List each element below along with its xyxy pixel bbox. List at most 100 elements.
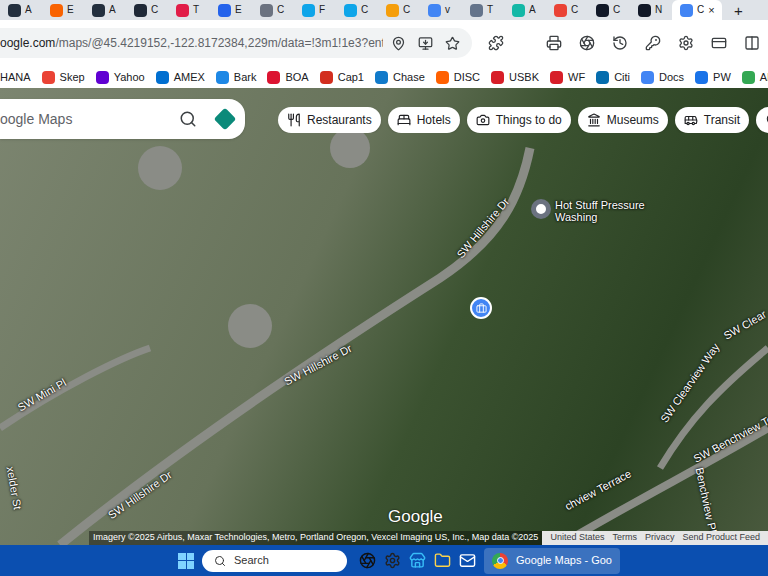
store-icon[interactable] bbox=[409, 552, 426, 569]
settings-icon[interactable] bbox=[384, 552, 401, 569]
browser-tab[interactable]: E bbox=[42, 0, 84, 20]
extension-gear-icon[interactable] bbox=[678, 35, 694, 51]
browser-tab[interactable]: T bbox=[462, 0, 504, 20]
tab-favicon-icon bbox=[386, 4, 399, 17]
taskbar: Search Google Maps - Goo bbox=[0, 545, 768, 576]
tab-favicon-icon bbox=[176, 4, 189, 17]
bookmark[interactable]: DISC bbox=[436, 71, 480, 84]
screen: AEACTECFCCvTACCNC×+oogle.com/maps/@45.42… bbox=[0, 0, 768, 576]
bookmark-favicon-icon bbox=[596, 71, 609, 84]
bookmark[interactable]: Chase bbox=[375, 71, 425, 84]
card-icon[interactable] bbox=[711, 35, 727, 51]
bookmark-favicon-icon bbox=[96, 71, 109, 84]
incognito-icon[interactable] bbox=[579, 35, 595, 51]
mail-icon[interactable] bbox=[459, 552, 476, 569]
chip-icon bbox=[476, 113, 490, 127]
bookmark[interactable]: Align bbox=[742, 71, 768, 84]
browser-tab[interactable]: C bbox=[126, 0, 168, 20]
browser-tab[interactable]: A bbox=[504, 0, 546, 20]
app-icon[interactable] bbox=[359, 552, 376, 569]
tab-strip: AEACTECFCCvTACCNC×+ bbox=[0, 0, 768, 20]
taskbar-app[interactable]: Google Maps - Goo bbox=[484, 548, 620, 574]
footer-link[interactable]: United States bbox=[550, 531, 604, 545]
bookmark-favicon-icon bbox=[375, 71, 388, 84]
address-bar[interactable]: oogle.com/maps/@45.4219152,-122.8172384,… bbox=[0, 28, 472, 58]
business-pin[interactable] bbox=[470, 297, 492, 319]
tab-favicon-icon bbox=[302, 4, 315, 17]
bookmark[interactable]: AMEX bbox=[156, 71, 205, 84]
tab-favicon-icon bbox=[218, 4, 231, 17]
history-icon[interactable] bbox=[612, 35, 628, 51]
tab-favicon-icon bbox=[50, 4, 63, 17]
chip-icon bbox=[397, 113, 411, 127]
tab-favicon-icon bbox=[596, 4, 609, 17]
close-tab-button[interactable]: × bbox=[708, 5, 714, 16]
toolbar: oogle.com/maps/@45.4219152,-122.8172384,… bbox=[0, 20, 768, 66]
category-chips: Restaurants Hotels Things to do Museums Tran… bbox=[278, 107, 768, 133]
browser-tab[interactable]: E bbox=[210, 0, 252, 20]
tab-favicon-icon bbox=[92, 4, 105, 17]
browser-tab[interactable]: C bbox=[378, 0, 420, 20]
place-marker[interactable]: Hot Stuff Pressure Washing bbox=[531, 199, 655, 223]
bookmark[interactable]: WF bbox=[550, 71, 585, 84]
folder-icon[interactable] bbox=[434, 552, 451, 569]
chip-icon bbox=[765, 113, 768, 127]
tab-favicon-icon bbox=[512, 4, 525, 17]
category-chip[interactable]: Museums bbox=[578, 107, 668, 133]
windows-start-icon[interactable] bbox=[178, 553, 194, 569]
browser-tab[interactable]: C bbox=[252, 0, 294, 20]
bookmark[interactable]: Bark bbox=[216, 71, 257, 84]
extensions-icon[interactable] bbox=[488, 35, 504, 51]
tab-favicon-icon bbox=[470, 4, 483, 17]
category-chip[interactable]: P bbox=[756, 107, 768, 133]
bookmark-favicon-icon bbox=[695, 71, 708, 84]
bookmarks-bar: HANA Skep Yahoo AMEX Bark BOA Cap1 Chase DISC USB… bbox=[0, 66, 768, 88]
footer-link[interactable]: Terms bbox=[612, 531, 637, 545]
maps-search-box[interactable]: oogle Maps bbox=[0, 99, 245, 139]
directions-icon[interactable] bbox=[214, 108, 237, 131]
bookmark[interactable]: Citi bbox=[596, 71, 630, 84]
footer-link[interactable]: Send Product Feed bbox=[682, 531, 760, 545]
bookmark[interactable]: Yahoo bbox=[96, 71, 145, 84]
location-icon[interactable] bbox=[391, 36, 406, 51]
browser-tab[interactable]: A bbox=[84, 0, 126, 20]
bookmark-favicon-icon bbox=[156, 71, 169, 84]
browser-tab[interactable]: C× bbox=[672, 0, 722, 20]
printer-icon[interactable] bbox=[546, 35, 562, 51]
bookmark[interactable]: BOA bbox=[267, 71, 308, 84]
browser-tab[interactable]: C bbox=[588, 0, 630, 20]
browser-tab[interactable]: C bbox=[336, 0, 378, 20]
search-icon[interactable] bbox=[179, 110, 197, 128]
bookmark-favicon-icon bbox=[216, 71, 229, 84]
browser-tab[interactable]: C bbox=[546, 0, 588, 20]
bookmark[interactable]: PW bbox=[695, 71, 731, 84]
chrome-icon bbox=[492, 553, 508, 569]
side-panel-icon[interactable] bbox=[744, 35, 760, 51]
bookmark[interactable]: Cap1 bbox=[320, 71, 364, 84]
map-view[interactable]: oogle Maps Restaurants Hotels Things to do M… bbox=[0, 88, 768, 545]
bookmark-favicon-icon bbox=[267, 71, 280, 84]
category-chip[interactable]: Transit bbox=[675, 107, 749, 133]
new-tab-button[interactable]: + bbox=[734, 2, 743, 20]
install-icon[interactable] bbox=[418, 36, 433, 51]
category-chip[interactable]: Things to do bbox=[467, 107, 571, 133]
tab-favicon-icon bbox=[428, 4, 441, 17]
taskbar-search[interactable]: Search bbox=[202, 550, 347, 572]
browser-tab[interactable]: N bbox=[630, 0, 672, 20]
footer-link[interactable]: Privacy bbox=[645, 531, 675, 545]
roads-drawing bbox=[0, 88, 768, 545]
chip-icon bbox=[684, 113, 698, 127]
browser-tab[interactable]: v bbox=[420, 0, 462, 20]
browser-tab[interactable]: A bbox=[0, 0, 42, 20]
category-chip[interactable]: Restaurants bbox=[278, 107, 381, 133]
bookmark[interactable]: USBK bbox=[491, 71, 539, 84]
google-logo: Google bbox=[388, 504, 443, 530]
bookmark[interactable]: Skep bbox=[42, 71, 85, 84]
bookmark[interactable]: HANA bbox=[0, 71, 31, 84]
category-chip[interactable]: Hotels bbox=[388, 107, 460, 133]
bookmark[interactable]: Docs bbox=[641, 71, 684, 84]
browser-tab[interactable]: T bbox=[168, 0, 210, 20]
password-key-icon[interactable] bbox=[645, 35, 661, 51]
browser-tab[interactable]: F bbox=[294, 0, 336, 20]
bookmark-star-icon[interactable] bbox=[445, 36, 460, 51]
